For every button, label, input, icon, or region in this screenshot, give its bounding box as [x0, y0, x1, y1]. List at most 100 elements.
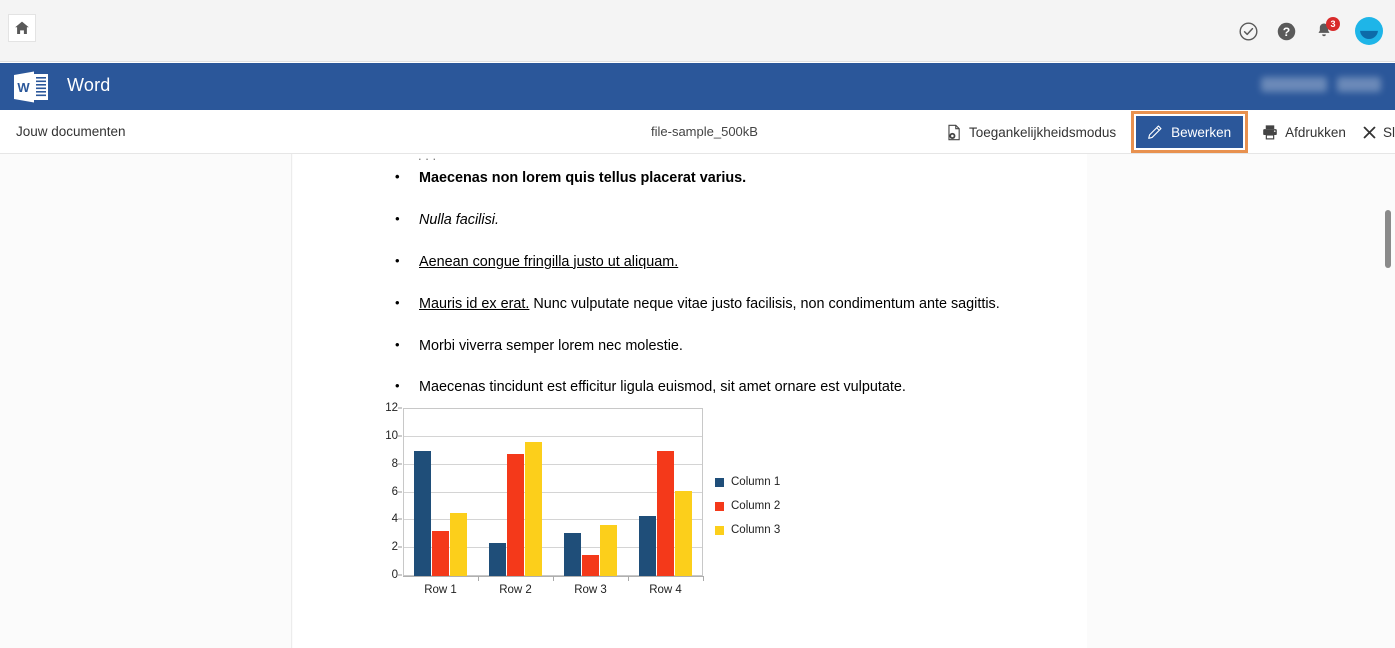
accessibility-mode-button[interactable]: Toegankelijkheidsmodus: [938, 116, 1124, 148]
chart-bar-group: [403, 409, 478, 576]
word-logo: W: [14, 71, 50, 103]
chart-x-tick-label: Row 3: [574, 584, 607, 596]
chart-y-tick-label: 10: [385, 429, 398, 442]
chart-legend-swatch: [715, 525, 724, 535]
chart-x-tick-label: Row 1: [424, 584, 457, 596]
list-item: Mauris id ex erat. Nunc vulputate neque …: [293, 294, 1087, 315]
svg-text:W: W: [17, 80, 30, 95]
vertical-scrollbar-thumb[interactable]: [1385, 210, 1391, 268]
document-page: . . . Maecenas non lorem quis tellus pla…: [293, 154, 1087, 648]
chart-legend-label: Column 2: [731, 500, 781, 512]
command-bar: Jouw documenten file-sample_500kB Toegan…: [0, 110, 1395, 154]
vertical-scrollbar-track[interactable]: [1381, 154, 1395, 648]
app-bar-redacted-text: [1261, 77, 1381, 92]
chart-x-tick-label: Row 2: [499, 584, 532, 596]
chart-x-tick: [553, 576, 554, 581]
chart-legend-swatch: [715, 477, 724, 487]
chart-bar: [450, 513, 467, 576]
chart-legend: Column 1 Column 2 Column 3: [715, 470, 845, 542]
accessibility-document-icon: [948, 124, 960, 140]
help-circle-icon[interactable]: ?: [1275, 20, 1297, 42]
home-button[interactable]: [8, 14, 36, 42]
chart-legend-item: Column 2: [715, 494, 845, 518]
chart-bar: [414, 450, 431, 576]
chart-y-tick: [398, 546, 402, 548]
chart-x-tick: [703, 576, 704, 581]
home-icon: [15, 21, 29, 34]
chart-bar: [507, 453, 524, 576]
chart-x-tick: [628, 576, 629, 581]
chart-bar: [489, 542, 506, 576]
accessibility-mode-label: Toegankelijkheidsmodus: [969, 124, 1117, 140]
document-title: file-sample_500kB: [651, 124, 758, 139]
edit-button-highlight: Bewerken: [1131, 111, 1249, 153]
list-item: Maecenas non lorem quis tellus placerat …: [293, 168, 1087, 189]
chart-x-tick: [478, 576, 479, 581]
breadcrumb[interactable]: Jouw documenten: [16, 124, 126, 139]
chart-bar-group: [478, 409, 553, 576]
top-bar: ? 3: [0, 0, 1395, 62]
right-margin-pane: [1088, 154, 1395, 648]
check-circle-icon[interactable]: [1237, 20, 1259, 42]
command-actions: Toegankelijkheidsmodus Bewerken Afdrukke…: [938, 110, 1395, 154]
list-item: Morbi viverra semper lorem nec molestie.: [293, 336, 1087, 357]
svg-text:?: ?: [1282, 25, 1289, 39]
list-item: Nulla facilisi.: [293, 210, 1087, 231]
chart-bar: [432, 531, 449, 576]
chart-legend-item: Column 1: [715, 470, 845, 494]
pencil-icon: [1148, 124, 1162, 139]
app-title: Word: [67, 75, 111, 95]
notifications-bell-icon[interactable]: 3: [1313, 17, 1340, 42]
chart-x-tick-label: Row 4: [649, 584, 682, 596]
chart-bar: [639, 516, 656, 576]
close-icon: [1363, 126, 1376, 138]
chart-x-axis: Row 1 Row 2 Row 3 Row 4: [403, 584, 703, 596]
list-item-text: Aenean congue fringilla justo ut aliquam…: [419, 253, 679, 270]
chart-bars: [403, 409, 703, 576]
left-margin-pane: [0, 154, 292, 648]
app-bar: W Word: [0, 63, 1395, 110]
chart-y-tick: [398, 407, 402, 409]
bar-chart: 0 2 4 6 8 10 12 Row 1 Row 2 Row 3 Row 4 Column 1C…: [370, 402, 890, 618]
chart-bar: [564, 532, 581, 576]
chart-bar: [582, 555, 599, 576]
bullet-list: Maecenas non lorem quis tellus placerat …: [293, 168, 1087, 398]
close-button-label: Sluiten: [1382, 124, 1395, 140]
chart-y-tick: [398, 518, 402, 520]
chart-y-tick: [398, 435, 402, 437]
chart-legend-swatch: [715, 501, 724, 511]
list-item: Maecenas tincidunt est efficitur ligula …: [293, 377, 1087, 398]
chart-legend-item: Column 3: [715, 518, 845, 542]
chart-bar: [525, 442, 542, 576]
close-button[interactable]: Sluiten: [1354, 116, 1395, 148]
chart-y-tick-label: 12: [385, 402, 398, 414]
chart-legend-label: Column 1: [731, 476, 781, 488]
avatar[interactable]: [1355, 17, 1383, 45]
document-body: Maecenas non lorem quis tellus placerat …: [293, 168, 1087, 419]
list-item-text: Morbi viverra semper lorem nec molestie.: [419, 337, 683, 354]
chart-y-tick-label: 2: [391, 541, 398, 554]
chart-bar-group: [553, 409, 628, 576]
clipped-text-line: . . .: [418, 154, 437, 162]
list-item-text: Nunc vulputate neque vitae justo facilis…: [529, 295, 1000, 312]
list-item-lead: Mauris id ex erat.: [419, 295, 530, 312]
chart-y-tick-label: 4: [391, 513, 398, 526]
top-right-icon-group: ? 3: [1237, 0, 1383, 62]
chart-y-tick: [398, 491, 402, 492]
chart-y-tick: [398, 463, 402, 465]
list-item-text: Maecenas tincidunt est efficitur ligula …: [419, 379, 906, 396]
list-item-text: Maecenas non lorem quis tellus placerat …: [419, 170, 747, 186]
chart-y-tick-label: 8: [391, 457, 398, 470]
workspace: . . . Maecenas non lorem quis tellus pla…: [0, 154, 1395, 648]
print-button[interactable]: Afdrukken: [1253, 116, 1354, 148]
chart-bar: [657, 450, 674, 576]
chart-y-tick-label: 0: [391, 569, 398, 581]
chart-y-tick-label: 6: [391, 485, 398, 498]
edit-button[interactable]: Bewerken: [1136, 116, 1244, 148]
chart-bar: [600, 524, 617, 576]
printer-icon: [1263, 124, 1277, 139]
list-item: Aenean congue fringilla justo ut aliquam…: [293, 252, 1087, 273]
edit-button-label: Bewerken: [1171, 124, 1232, 140]
chart-bar-group: [628, 409, 703, 576]
notification-badge: 3: [1326, 17, 1340, 31]
